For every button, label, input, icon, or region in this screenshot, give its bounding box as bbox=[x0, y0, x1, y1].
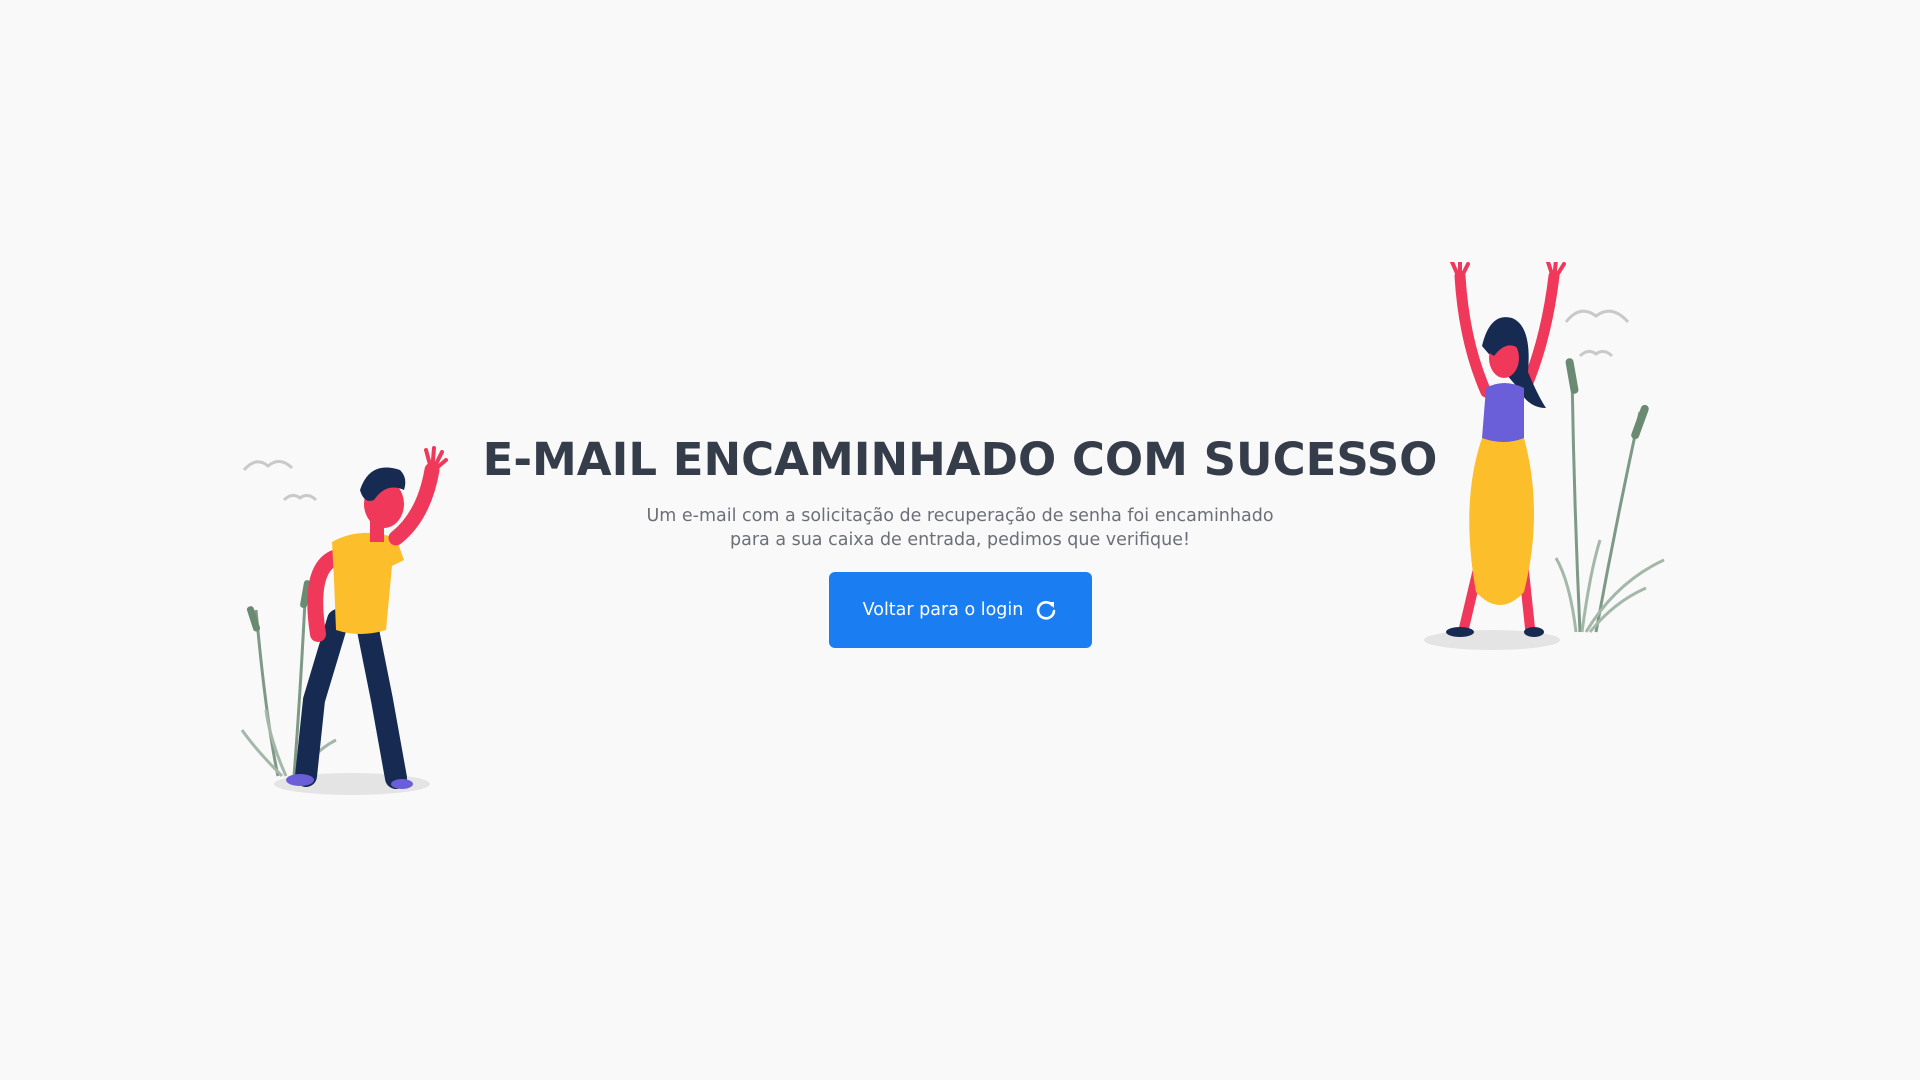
page: E-MAIL ENCAMINHADO COM SUCESSO Um e-mail… bbox=[0, 0, 1920, 1080]
back-to-login-label: Voltar para o login bbox=[862, 600, 1024, 620]
plant-leaf bbox=[1554, 557, 1578, 633]
plant-bud bbox=[1631, 404, 1649, 440]
plant-stem bbox=[1570, 371, 1582, 633]
woman-arm bbox=[1454, 270, 1492, 398]
redo-arrow-icon bbox=[1035, 599, 1057, 621]
back-to-login-button[interactable]: Voltar para o login bbox=[828, 572, 1092, 648]
bird-icon bbox=[1564, 309, 1630, 324]
woman-shoe bbox=[1524, 627, 1544, 637]
info-message: Um e-mail com a solicitação de recuperaç… bbox=[646, 506, 1274, 550]
man-shoe bbox=[286, 774, 314, 786]
plant-bud bbox=[1565, 358, 1579, 394]
woman-skirt bbox=[1469, 438, 1534, 605]
plant-stem bbox=[1594, 411, 1642, 633]
bird-icon bbox=[1578, 349, 1614, 358]
woman-top bbox=[1482, 383, 1524, 442]
woman-shoe bbox=[1446, 627, 1474, 637]
celebrating-woman-svg bbox=[1424, 258, 1665, 650]
man-shoe bbox=[391, 779, 413, 789]
woman-hand bbox=[1450, 258, 1470, 282]
celebrating-woman-illustration bbox=[1420, 258, 1680, 652]
